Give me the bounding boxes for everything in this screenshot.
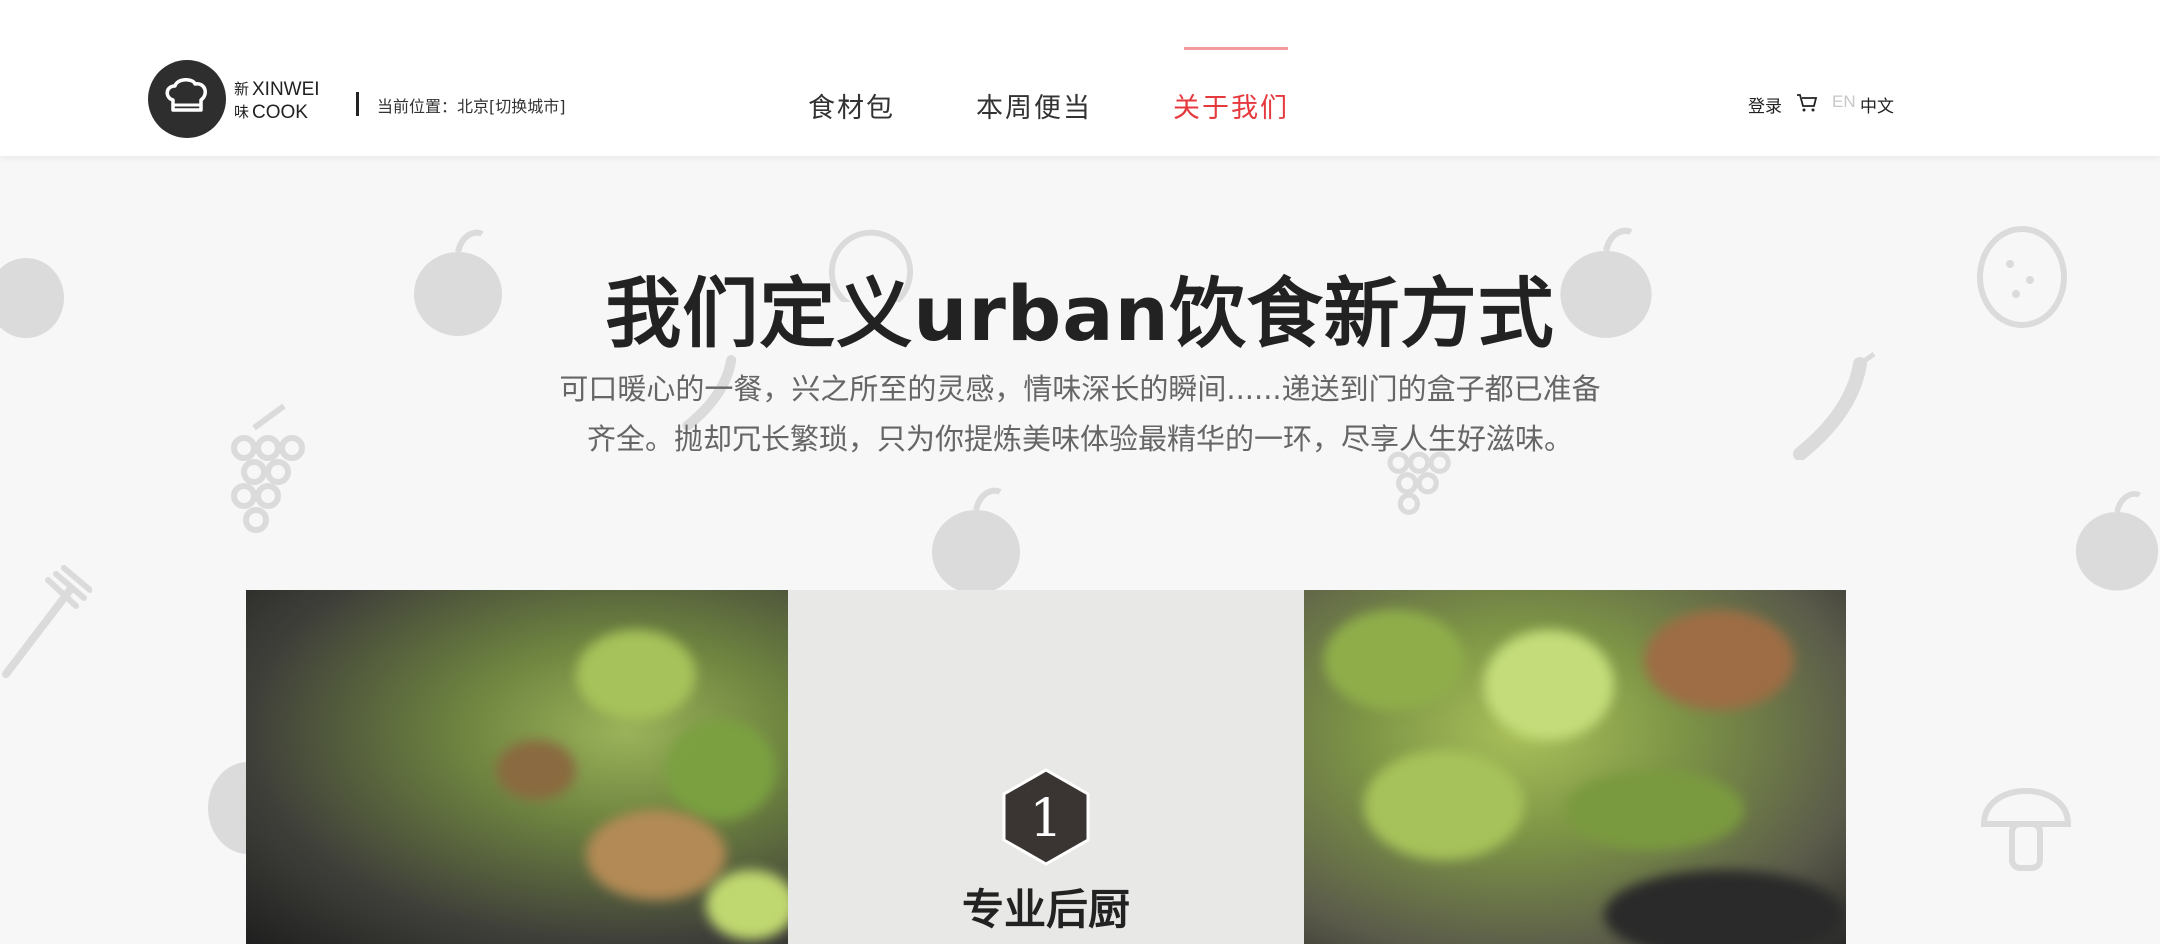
lang-cn-option[interactable]: 中文 <box>1860 92 1894 117</box>
lang-en-option[interactable]: EN <box>1832 92 1856 112</box>
location-switcher[interactable]: 当前位置：北京[切换城市] <box>377 93 566 117</box>
hero-title: 我们定义urban饮食新方式 <box>605 269 1555 358</box>
hero-description-line-1: 可口暖心的一餐，兴之所至的灵感，情味深长的瞬间......递送到门的盒子都已准备 <box>559 372 1601 406</box>
feature-title: 专业后厨 <box>961 885 1130 934</box>
top-header: 新 XINWEI 味 COOK 当前位置：北京[切换城市] 食材包 本周便当 关于我… <box>0 0 2160 156</box>
fruit-icon <box>208 762 248 854</box>
login-link[interactable]: 登录 <box>1748 92 1782 117</box>
food-photo-right <box>1304 590 1846 944</box>
nav-item-weekly-bento[interactable]: 本周便当 <box>976 86 1092 125</box>
cart-icon[interactable] <box>1796 93 1818 113</box>
feature-card-professional-kitchen[interactable]: 1 专业后厨 <box>788 590 1304 944</box>
fork-icon <box>2 565 92 678</box>
hero-description-line-2: 齐全。抛却冗长繁琐，只为你提炼美味体验最精华的一环，尽享人生好滋味。 <box>586 422 1573 456</box>
fruit-icon <box>932 487 1020 594</box>
nav-item-ingredients[interactable]: 食材包 <box>808 86 895 125</box>
nav-active-indicator <box>1184 47 1288 50</box>
food-photo-left <box>246 590 788 944</box>
mushroom-icon <box>1980 788 2072 871</box>
logo-en-bottom: COOK <box>252 102 308 123</box>
nav-item-about-us[interactable]: 关于我们 <box>1173 86 1289 125</box>
hexagon-number-badge: 1 <box>1002 768 1090 866</box>
chef-hat-logo-icon[interactable] <box>148 60 226 138</box>
logo-cn-top: 新 <box>234 80 250 98</box>
logo-cn-bottom: 味 <box>234 103 250 121</box>
fruit-icon <box>2075 491 2159 591</box>
logo-en-top: XINWEI <box>252 79 320 100</box>
header-divider <box>356 92 359 116</box>
brand-logo-text[interactable]: 新 XINWEI 味 COOK <box>234 78 320 124</box>
feature-number: 1 <box>1029 789 1062 849</box>
